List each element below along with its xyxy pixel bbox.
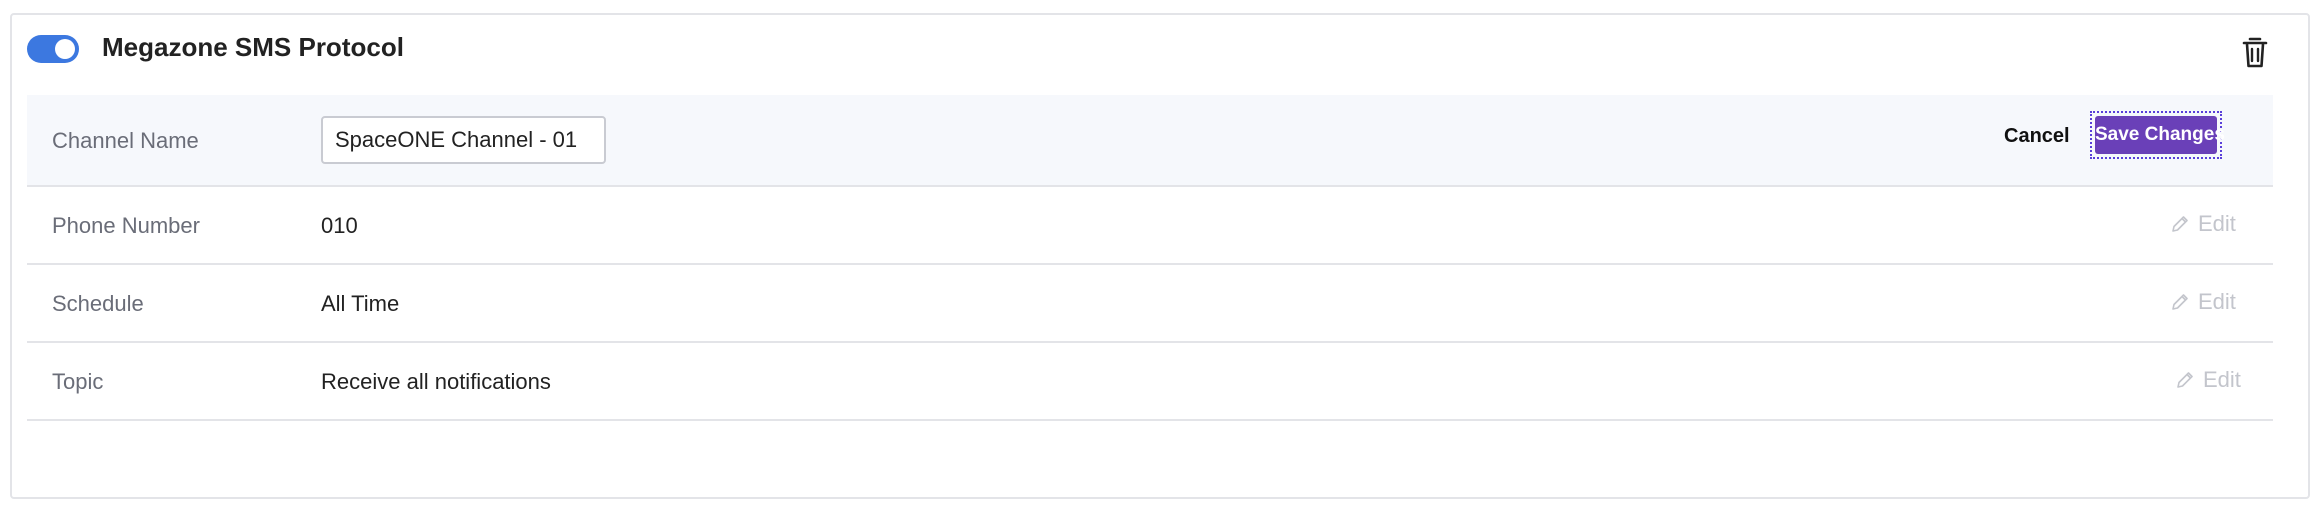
- topic-value: Receive all notifications: [321, 369, 551, 394]
- channel-title: Megazone SMS Protocol: [102, 32, 404, 62]
- toggle-on-icon: [55, 39, 75, 59]
- edit-topic-button[interactable]: Edit: [2175, 367, 2241, 393]
- topic-label: Topic: [52, 369, 104, 394]
- schedule-label: Schedule: [52, 291, 144, 316]
- schedule-row: Schedule All Time Edit: [27, 265, 2273, 343]
- schedule-value: All Time: [321, 291, 400, 316]
- save-button-focus-ring: Save Changes: [2090, 111, 2225, 159]
- phone-number-value: 010: [321, 213, 358, 238]
- pencil-icon: [2177, 372, 2193, 388]
- phone-number-label: Phone Number: [52, 213, 200, 238]
- edit-label: Edit: [2198, 211, 2236, 236]
- cancel-button[interactable]: Cancel: [2004, 125, 2070, 148]
- delete-channel-button[interactable]: [2240, 36, 2270, 70]
- phone-number-row: Phone Number 010 Edit: [27, 187, 2273, 265]
- channel-enable-toggle[interactable]: [27, 35, 79, 63]
- pencil-icon: [2172, 216, 2188, 232]
- pencil-icon: [2172, 294, 2188, 310]
- topic-row: Topic Receive all notifications Edit: [27, 343, 2273, 421]
- channel-name-label: Channel Name: [52, 128, 199, 153]
- trash-icon: [2242, 37, 2268, 68]
- save-changes-button[interactable]: Save Changes: [2095, 116, 2225, 154]
- channel-name-row: Channel Name Cancel Save Changes: [27, 95, 2273, 187]
- edit-label: Edit: [2198, 289, 2236, 314]
- channel-detail-list: Channel Name Cancel Save Changes Phone N…: [27, 95, 2273, 421]
- channel-name-input[interactable]: [321, 116, 606, 164]
- edit-label: Edit: [2203, 367, 2241, 392]
- edit-phone-number-button[interactable]: Edit: [2170, 211, 2236, 237]
- edit-schedule-button[interactable]: Edit: [2170, 289, 2236, 315]
